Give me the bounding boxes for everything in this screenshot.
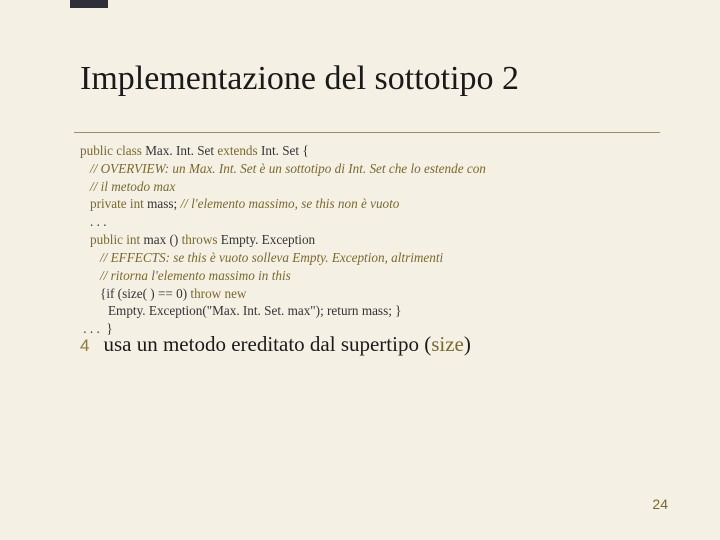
code-line: private int mass; // l'elemento massimo,… xyxy=(80,195,660,213)
keyword: throws xyxy=(182,232,218,247)
code-text: max () xyxy=(140,232,181,247)
slide-title: Implementazione del sottotipo 2 xyxy=(80,60,519,98)
code-line: public int max () throws Empty. Exceptio… xyxy=(80,231,660,249)
code-line: {if (size( ) == 0) throw new xyxy=(80,285,660,303)
code-text: {if (size( ) == 0) xyxy=(100,286,190,301)
title-divider xyxy=(74,132,660,133)
code-line: . . . xyxy=(80,213,660,231)
keyword: extends xyxy=(217,143,257,158)
code-comment: // il metodo max xyxy=(80,178,660,196)
page-number: 24 xyxy=(652,496,668,512)
code-text: Int. Set { xyxy=(258,143,309,158)
bullet-accent: size xyxy=(431,332,464,356)
keyword: public class xyxy=(80,143,142,158)
bullet-text-part: usa un metodo ereditato dal supertipo ( xyxy=(103,332,431,356)
code-text: Empty. Exception xyxy=(217,232,315,247)
bullet-text-part: ) xyxy=(464,332,471,356)
bullet-number: 4 xyxy=(80,336,89,356)
keyword: public int xyxy=(90,232,140,247)
code-comment: // EFFECTS: se this è vuoto solleva Empt… xyxy=(80,249,660,267)
keyword: private int xyxy=(90,196,144,211)
bullet-item: 4 usa un metodo ereditato dal supertipo … xyxy=(80,332,471,357)
code-block: public class Max. Int. Set extends Int. … xyxy=(80,142,660,338)
bullet-text: usa un metodo ereditato dal supertipo (s… xyxy=(103,332,470,357)
code-comment: // OVERVIEW: un Max. Int. Set è un sotto… xyxy=(80,160,660,178)
header-accent xyxy=(70,0,108,8)
code-line: Empty. Exception("Max. Int. Set. max"); … xyxy=(80,302,660,320)
keyword: throw new xyxy=(190,286,246,301)
code-comment: // ritorna l'elemento massimo in this xyxy=(80,267,660,285)
code-comment: // l'elemento massimo, se this non è vuo… xyxy=(180,196,399,211)
code-line: public class Max. Int. Set extends Int. … xyxy=(80,142,660,160)
code-text: mass; xyxy=(144,196,181,211)
code-text: Max. Int. Set xyxy=(142,143,217,158)
